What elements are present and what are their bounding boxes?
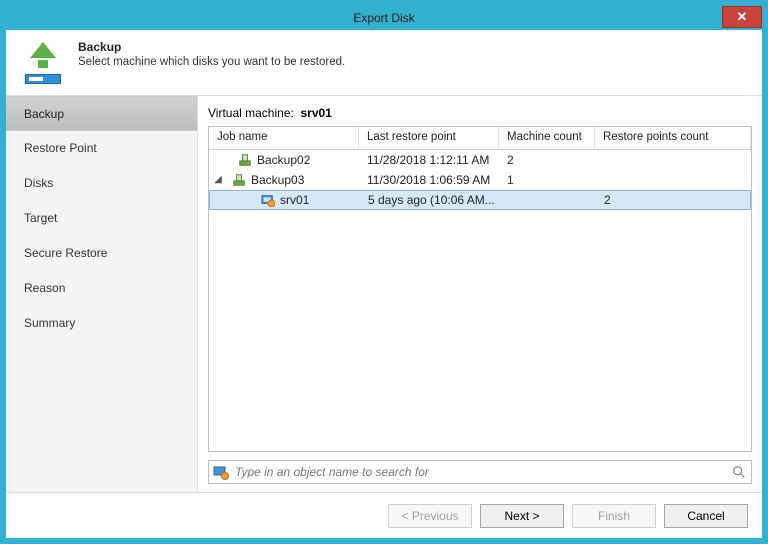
backup-grid: Job name Last restore point Machine coun… [208, 126, 752, 452]
disk-icon [25, 74, 61, 84]
sidebar-item-restore-point[interactable]: Restore Point [6, 131, 197, 166]
grid-body: Backup02 11/28/2018 1:12:11 AM 2 ◢ [209, 150, 751, 451]
backup-job-icon [231, 173, 247, 187]
row-name: Backup02 [257, 150, 310, 170]
wizard-footer: < Previous Next > Finish Cancel [6, 492, 762, 538]
wizard-header: Backup Select machine which disks you wa… [6, 30, 762, 96]
expander-icon[interactable]: ◢ [213, 170, 223, 190]
window-body: Backup Select machine which disks you wa… [6, 30, 762, 538]
wizard-steps: Backup Restore Point Disks Target Secure… [6, 96, 198, 492]
grid-header: Job name Last restore point Machine coun… [209, 127, 751, 150]
sidebar-item-backup[interactable]: Backup [6, 96, 197, 131]
col-last-restore-point[interactable]: Last restore point [359, 127, 499, 149]
row-mc: 1 [499, 170, 595, 190]
col-machine-count[interactable]: Machine count [499, 127, 595, 149]
row-rpc [595, 170, 751, 190]
row-mc [500, 191, 596, 209]
col-restore-points-count[interactable]: Restore points count [595, 127, 751, 149]
search-input[interactable] [235, 465, 725, 479]
cancel-button[interactable]: Cancel [664, 504, 748, 528]
table-row[interactable]: ◢ Backup03 11/30/2018 1:06:59 AM 1 [209, 170, 751, 190]
sidebar-item-secure-restore[interactable]: Secure Restore [6, 236, 197, 271]
search-icon[interactable] [731, 464, 747, 480]
close-button[interactable]: ✕ [722, 6, 762, 28]
wizard-body: Backup Restore Point Disks Target Secure… [6, 96, 762, 492]
vm-icon [260, 193, 276, 207]
titlebar: Export Disk ✕ [6, 6, 762, 30]
sidebar-item-target[interactable]: Target [6, 201, 197, 236]
row-rpc: 2 [596, 191, 750, 209]
page-subtitle: Select machine which disks you want to b… [78, 56, 345, 68]
table-row[interactable]: Backup02 11/28/2018 1:12:11 AM 2 [209, 150, 751, 170]
row-name: Backup03 [251, 170, 304, 190]
row-lrp: 5 days ago (10:06 AM... [360, 191, 500, 209]
virtual-machine-label: Virtual machine: srv01 [208, 106, 752, 120]
sidebar-item-reason[interactable]: Reason [6, 271, 197, 306]
virtual-machine-name: srv01 [301, 106, 332, 120]
row-lrp: 11/28/2018 1:12:11 AM [359, 150, 499, 170]
window-title: Export Disk [353, 11, 414, 25]
close-icon: ✕ [737, 5, 748, 29]
arrow-up-icon [30, 42, 56, 58]
vm-search-icon [213, 464, 229, 480]
row-mc: 2 [499, 150, 595, 170]
row-rpc [595, 150, 751, 170]
search-box [208, 460, 752, 484]
sidebar-item-disks[interactable]: Disks [6, 166, 197, 201]
backup-job-icon [237, 153, 253, 167]
window-frame: Export Disk ✕ Backup Select machine whic… [0, 0, 768, 544]
wizard-icon [20, 40, 66, 86]
finish-button: Finish [572, 504, 656, 528]
sidebar-item-summary[interactable]: Summary [6, 306, 197, 341]
page-title: Backup [78, 40, 345, 54]
table-row[interactable]: srv01 5 days ago (10:06 AM... 2 [209, 190, 751, 210]
next-button[interactable]: Next > [480, 504, 564, 528]
main-panel: Virtual machine: srv01 Job name Last res… [198, 96, 762, 492]
row-lrp: 11/30/2018 1:06:59 AM [359, 170, 499, 190]
row-name: srv01 [280, 191, 309, 209]
previous-button: < Previous [388, 504, 472, 528]
col-job-name[interactable]: Job name [209, 127, 359, 149]
